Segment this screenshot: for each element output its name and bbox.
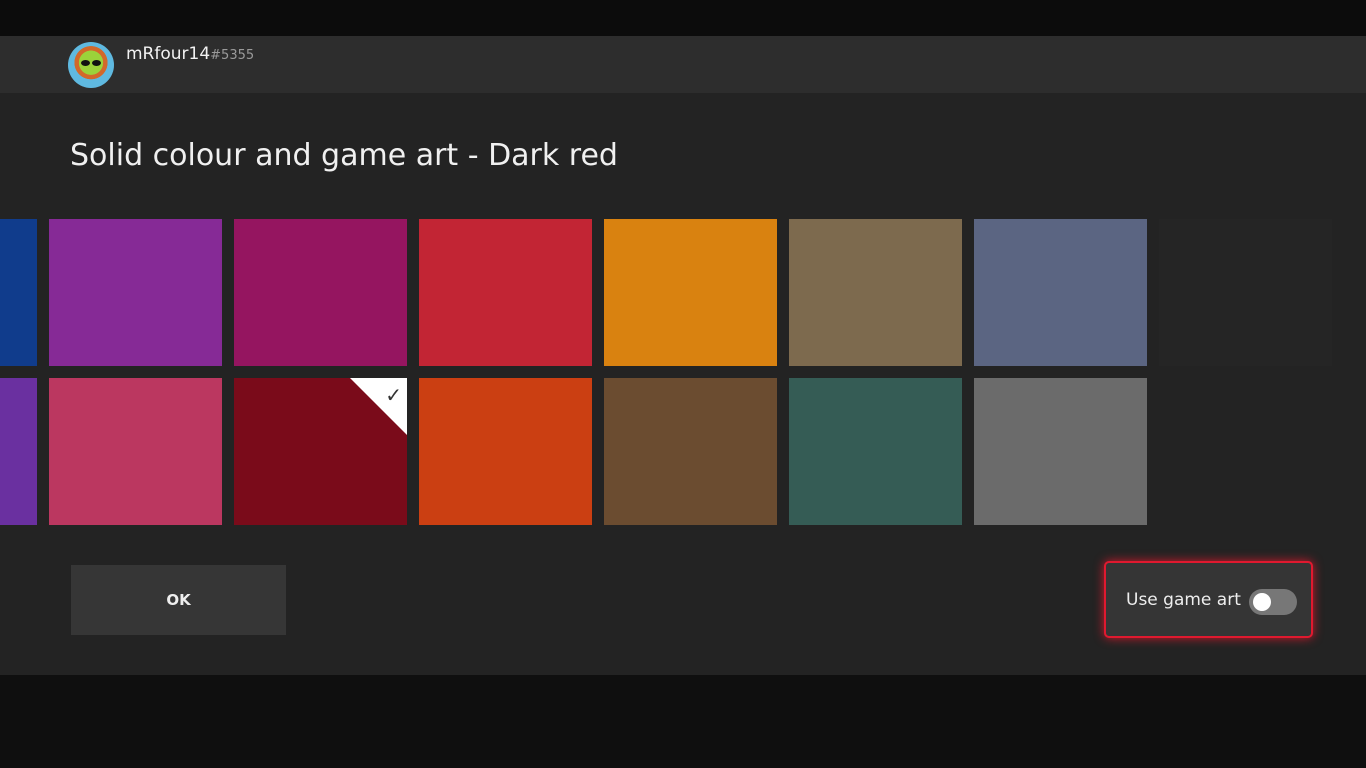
check-glyph: ✓ — [385, 383, 402, 407]
colour-swatch[interactable] — [1159, 219, 1332, 366]
colour-swatch[interactable] — [49, 378, 222, 525]
colour-swatch[interactable] — [974, 378, 1147, 525]
toggle-knob — [1253, 593, 1271, 611]
colour-swatch[interactable]: ✓ — [234, 378, 407, 525]
ok-button[interactable]: OK — [71, 565, 286, 635]
gamertag-name: mRfour14 — [126, 44, 211, 64]
colour-swatch[interactable] — [604, 378, 777, 525]
colour-swatch[interactable] — [0, 378, 37, 525]
top-bar — [0, 0, 1366, 36]
use-game-art-toggle[interactable]: Use game art — [1104, 561, 1313, 638]
selected-check-icon: ✓ — [350, 378, 407, 435]
colour-swatch[interactable] — [789, 219, 962, 366]
colour-dialog: Solid colour and game art - Dark red ✓ O… — [0, 93, 1366, 675]
colour-swatch[interactable] — [49, 219, 222, 366]
page-title: Solid colour and game art - Dark red — [70, 138, 618, 173]
avatar — [68, 42, 114, 88]
colour-swatch[interactable] — [0, 219, 37, 366]
gamertag: mRfour14#5355 — [126, 44, 254, 64]
toggle-switch[interactable] — [1249, 589, 1297, 615]
colour-swatch[interactable] — [419, 219, 592, 366]
colour-swatch[interactable] — [974, 219, 1147, 366]
gamertag-suffix: #5355 — [210, 48, 255, 63]
profile-header: mRfour14#5355 — [0, 36, 1366, 93]
use-game-art-label: Use game art — [1126, 589, 1241, 610]
colour-swatch[interactable] — [604, 219, 777, 366]
colour-swatch[interactable] — [789, 378, 962, 525]
colour-swatch[interactable] — [419, 378, 592, 525]
colour-swatch[interactable] — [234, 219, 407, 366]
